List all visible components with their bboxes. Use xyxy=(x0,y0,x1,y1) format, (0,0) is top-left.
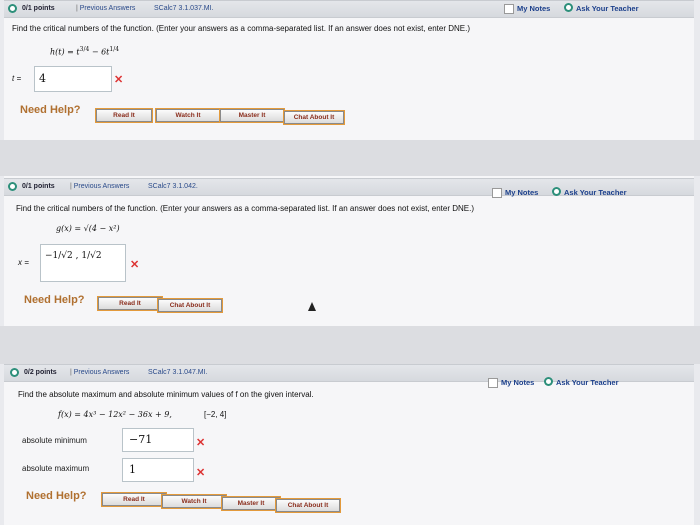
problem-header-1: 0/1 points | Previous Answers SCalc7 3.1… xyxy=(4,0,694,18)
status-icon xyxy=(10,368,19,377)
problem-prompt: Find the absolute maximum and absolute m… xyxy=(18,390,314,399)
problem-panel-1: 0/1 points | Previous Answers SCalc7 3.1… xyxy=(4,0,694,140)
need-help-label: Need Help? xyxy=(26,490,87,502)
master-it-button[interactable]: Master It xyxy=(219,108,285,123)
my-notes-button[interactable]: My Notes xyxy=(488,375,534,391)
problem-header-3: 0/2 points | Previous Answers SCalc7 3.1… xyxy=(4,364,694,389)
my-notes-button[interactable]: My Notes xyxy=(492,185,538,201)
answer-input[interactable]: −1/√2 , 1/√2 xyxy=(40,244,126,282)
mouse-cursor-icon xyxy=(308,302,316,311)
ask-icon xyxy=(544,377,553,386)
previous-answers-link[interactable]: | Previous Answers xyxy=(70,365,129,381)
incorrect-icon: ✕ xyxy=(130,259,140,271)
problem-panel-2: 0/1 points | Previous Answers SCalc7 3.1… xyxy=(4,176,694,326)
answer-value: −1/√2 , 1/√2 xyxy=(45,251,102,261)
chat-about-it-button[interactable]: Chat About It xyxy=(157,298,223,313)
problem-header-2: 0/1 points | Previous Answers SCalc7 3.1… xyxy=(4,178,694,199)
need-help-label: Need Help? xyxy=(20,104,81,116)
read-it-button[interactable]: Read It xyxy=(95,108,153,123)
chat-about-it-button[interactable]: Chat About It xyxy=(283,110,345,125)
need-help-label: Need Help? xyxy=(24,294,85,306)
ask-teacher-button[interactable]: Ask Your Teacher xyxy=(544,375,619,391)
master-it-button[interactable]: Master It xyxy=(221,496,281,511)
absolute-minimum-input[interactable]: −71 xyxy=(122,428,194,452)
status-icon xyxy=(8,182,17,191)
interval-text: [−2, 4] xyxy=(204,410,227,419)
ask-teacher-button[interactable]: Ask Your Teacher xyxy=(564,1,639,17)
points-label: 0/2 points xyxy=(24,369,57,376)
ask-icon xyxy=(564,3,573,12)
read-it-button[interactable]: Read It xyxy=(97,296,163,311)
panel-gap xyxy=(0,140,700,176)
status-icon xyxy=(8,4,17,13)
ask-icon xyxy=(552,187,561,196)
points-label: 0/1 points xyxy=(22,5,55,12)
watch-it-button[interactable]: Watch It xyxy=(155,108,221,123)
absolute-maximum-label: absolute maximum xyxy=(22,464,90,473)
read-it-button[interactable]: Read It xyxy=(101,492,167,507)
answer-input[interactable]: 4 xyxy=(34,66,112,92)
incorrect-icon: ✕ xyxy=(114,74,124,86)
previous-answers-link[interactable]: | Previous Answers xyxy=(70,179,129,195)
problem-prompt: Find the critical numbers of the functio… xyxy=(12,24,470,33)
notes-checkbox-icon xyxy=(492,188,502,199)
panel-gap xyxy=(0,326,700,364)
my-notes-button[interactable]: My Notes xyxy=(504,1,550,17)
problem-prompt: Find the critical numbers of the functio… xyxy=(16,204,474,213)
notes-checkbox-icon xyxy=(488,378,498,389)
problem-code: SCalc7 3.1.037.MI. xyxy=(154,5,214,12)
function-expression: f(x) = 4x³ − 12x² − 36x + 9, xyxy=(58,410,172,419)
problem-code: SCalc7 3.1.042. xyxy=(148,183,198,190)
answer-label: t = xyxy=(12,74,22,83)
incorrect-icon: ✕ xyxy=(196,437,206,449)
previous-answers-link[interactable]: | Previous Answers xyxy=(76,1,135,17)
points-label: 0/1 points xyxy=(22,183,55,190)
function-expression: g(x) = √(4 − x²) xyxy=(56,224,120,233)
problem-panel-3: 0/2 points | Previous Answers SCalc7 3.1… xyxy=(4,364,694,525)
notes-checkbox-icon xyxy=(504,4,514,15)
problem-code: SCalc7 3.1.047.MI. xyxy=(148,369,208,376)
function-expression: h(t) = t3/4 − 6t1/4 xyxy=(50,46,120,57)
ask-teacher-button[interactable]: Ask Your Teacher xyxy=(552,185,627,201)
incorrect-icon: ✕ xyxy=(196,467,206,479)
answer-label: x = xyxy=(18,258,29,267)
chat-about-it-button[interactable]: Chat About It xyxy=(275,498,341,513)
watch-it-button[interactable]: Watch It xyxy=(161,494,227,509)
absolute-maximum-input[interactable]: 1 xyxy=(122,458,194,482)
absolute-minimum-label: absolute minimum xyxy=(22,436,87,445)
